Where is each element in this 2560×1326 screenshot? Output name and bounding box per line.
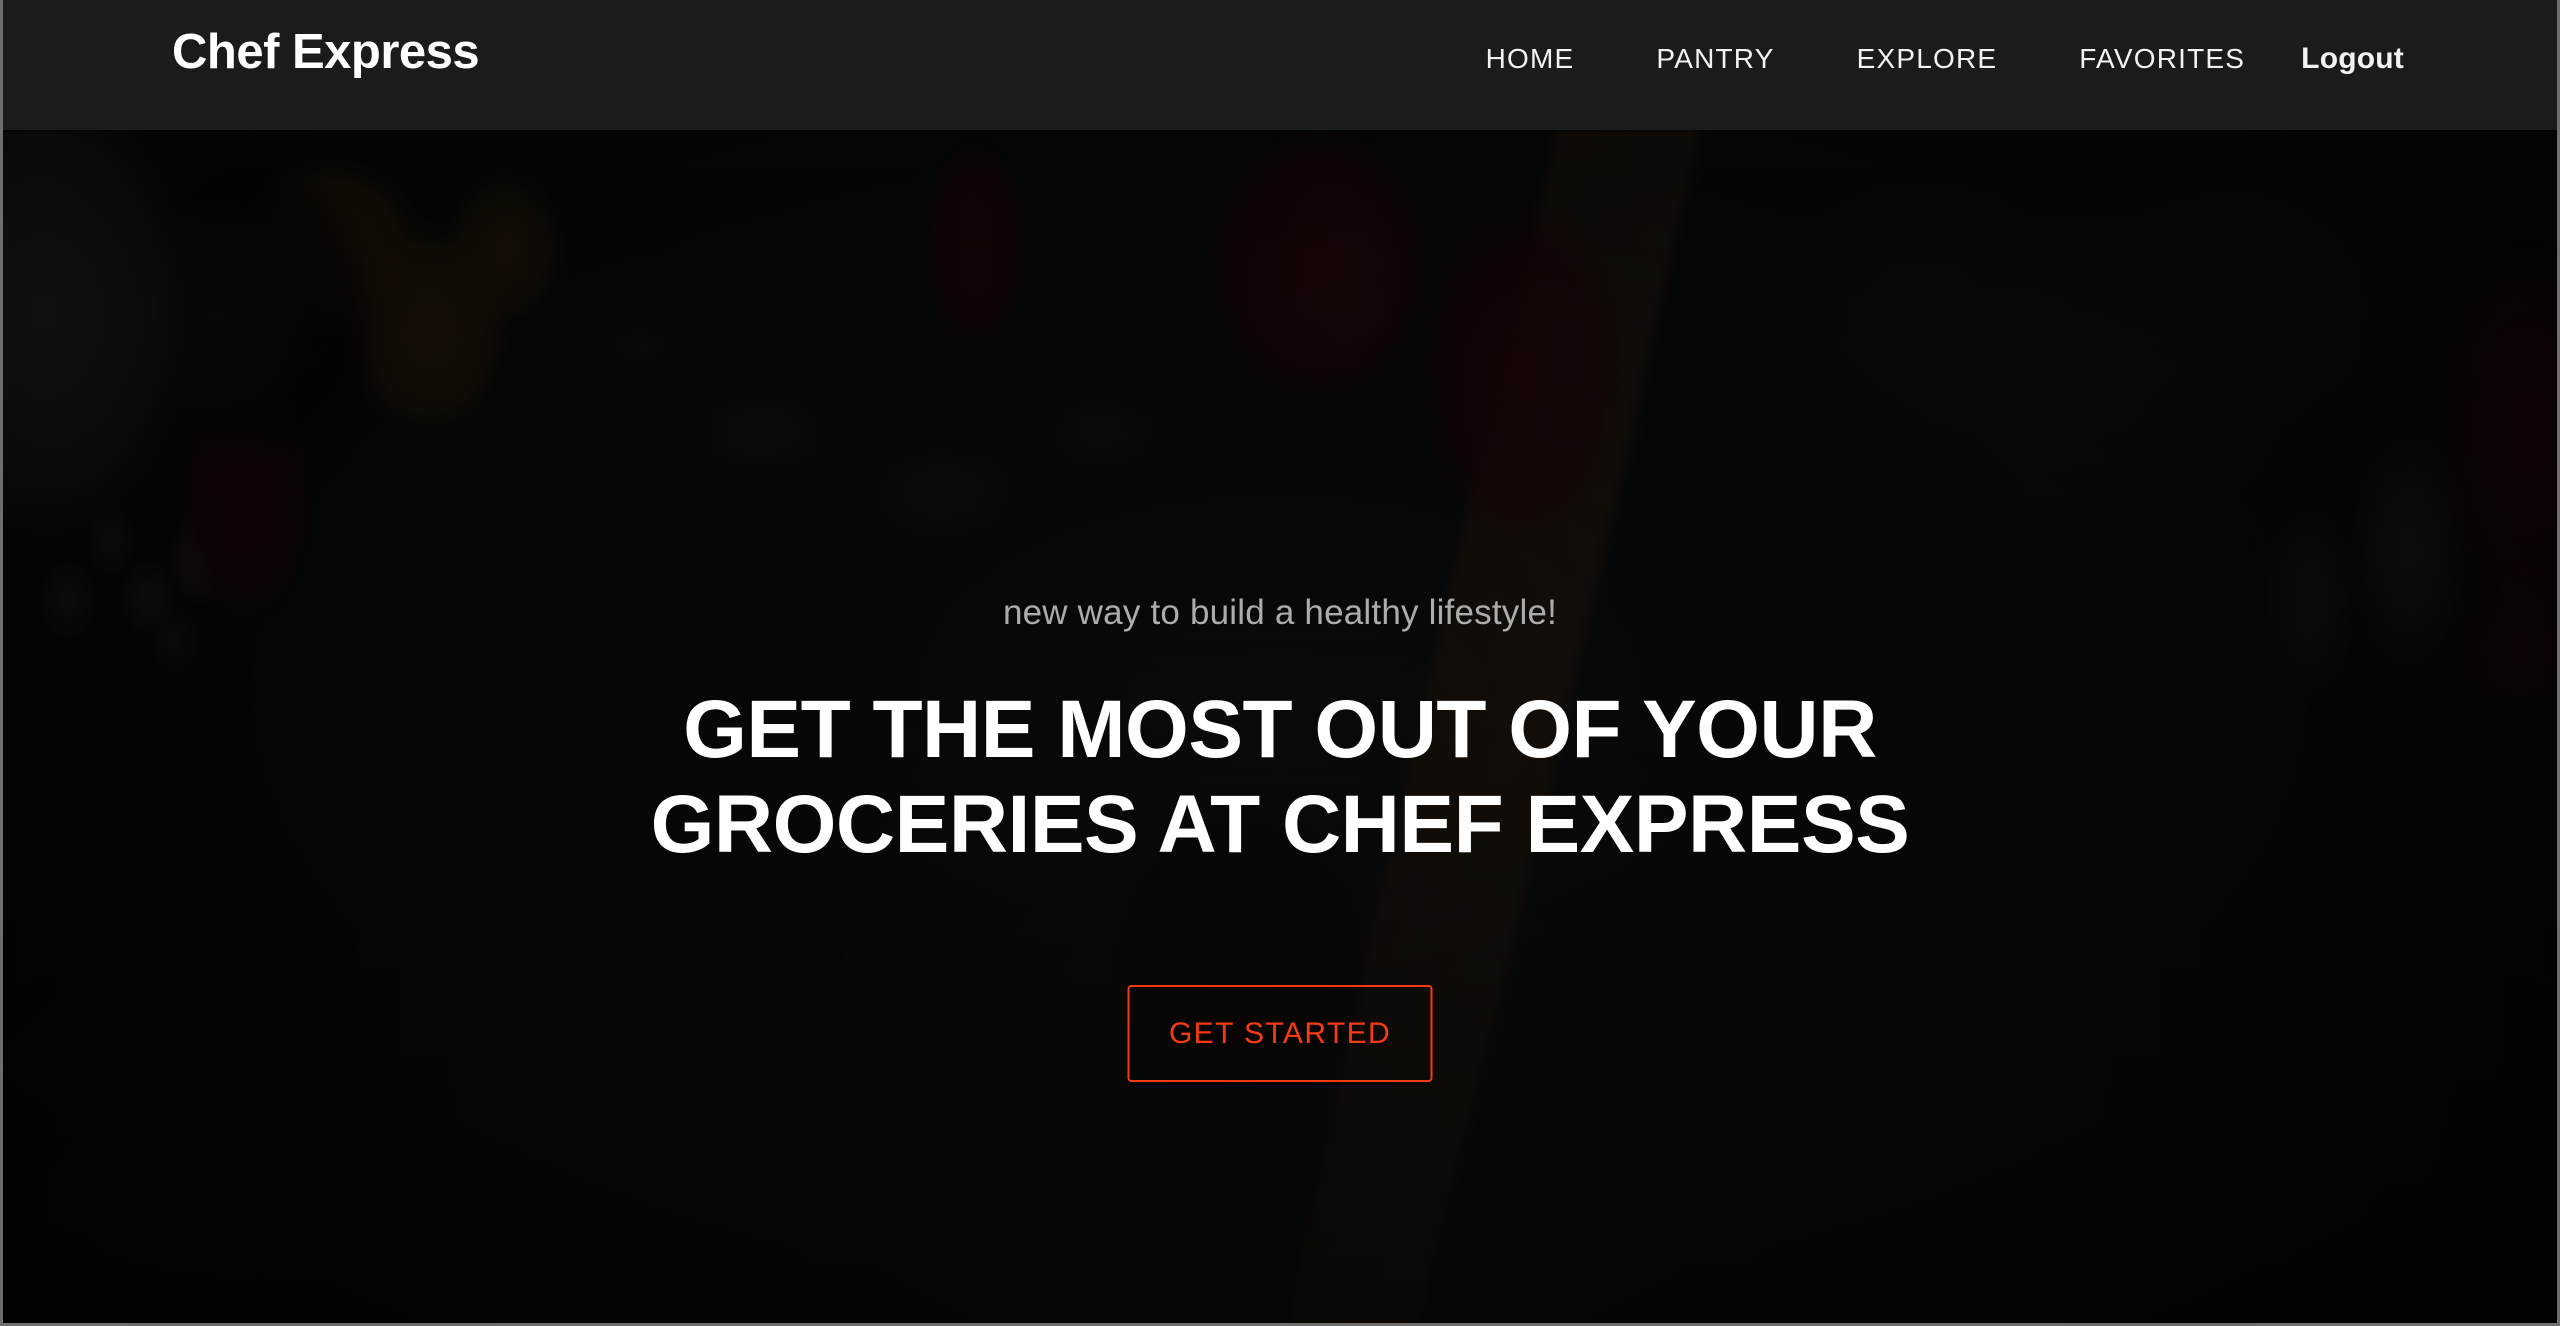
hero-content: new way to build a healthy lifestyle! GE… (0, 130, 2560, 1326)
hero-heading-line-2: GROCERIES AT CHEF EXPRESS (650, 779, 1910, 871)
hero-heading-line-1: GET THE MOST OUT OF YOUR (683, 684, 1877, 775)
nav-link-home[interactable]: HOME (1486, 45, 1575, 73)
browser-viewport: Chef Express HOME PANTRY EXPLORE FAVORIT… (0, 0, 2560, 1326)
nav-links-group: HOME PANTRY EXPLORE FAVORITES Logout (1486, 44, 2404, 74)
hero-subtitle: new way to build a healthy lifestyle! (1002, 593, 1558, 632)
get-started-button[interactable]: GET STARTED (1127, 985, 1433, 1082)
brand-logo[interactable]: Chef Express (172, 28, 480, 77)
logout-link[interactable]: Logout (2301, 44, 2404, 74)
window-edge-left (0, 0, 3, 1326)
top-navbar: Chef Express HOME PANTRY EXPLORE FAVORIT… (0, 0, 2560, 130)
hero-section: new way to build a healthy lifestyle! GE… (0, 130, 2560, 1326)
nav-link-favorites[interactable]: FAVORITES (2079, 45, 2245, 73)
nav-link-pantry[interactable]: PANTRY (1656, 45, 1774, 73)
hero-heading: GET THE MOST OUT OF YOUR GROCERIES AT CH… (0, 682, 2560, 872)
nav-link-explore[interactable]: EXPLORE (1857, 45, 1998, 73)
